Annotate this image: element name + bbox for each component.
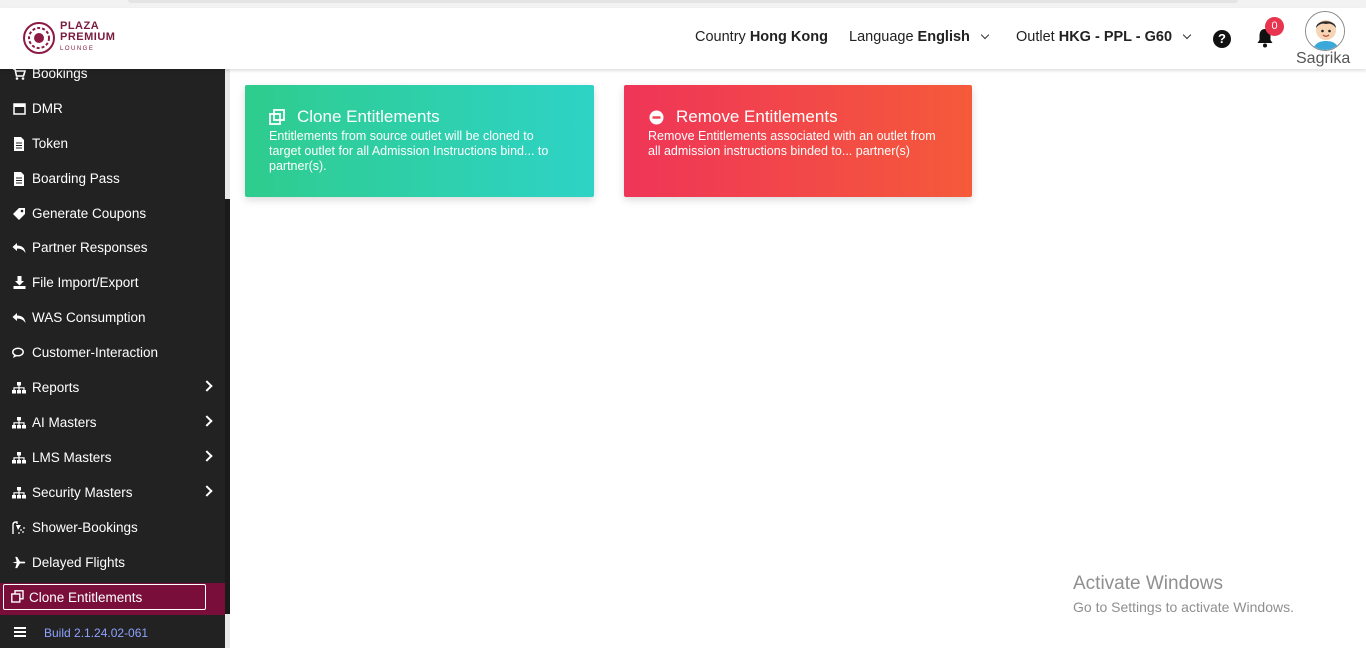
sidebar-item-label: Security Masters: [32, 485, 133, 500]
sidebar-item-lms-masters[interactable]: LMS Masters: [0, 440, 225, 475]
sidebar-item-dmr[interactable]: DMR: [0, 91, 225, 126]
sidebar-item-label: WAS Consumption: [32, 310, 146, 325]
outlet-selector[interactable]: Outlet HKG - PPL - G60: [1016, 29, 1192, 45]
sidebar: Bookings DMR Token Boarding Pass Generat…: [0, 66, 230, 648]
clone-card-title-text: Clone Entitlements: [297, 107, 440, 126]
sitemap-icon: [12, 486, 26, 500]
brand-logo[interactable]: PLAZA PREMIUM LOUNGE: [22, 21, 115, 55]
minus-circle-icon: [648, 109, 664, 125]
notification-badge: 0: [1265, 17, 1284, 36]
chevron-right-icon: [201, 415, 213, 427]
sidebar-item-label: Clone Entitlements: [29, 589, 143, 605]
sidebar-item-was-consumption[interactable]: WAS Consumption: [0, 300, 225, 335]
sitemap-icon: [12, 451, 26, 465]
file-icon: [12, 171, 26, 186]
sidebar-item-label: Boarding Pass: [32, 171, 120, 186]
plane-icon: [12, 556, 26, 570]
download-icon: [12, 276, 26, 290]
ticket-icon: [12, 207, 26, 221]
sidebar-item-reports[interactable]: Reports: [0, 370, 225, 405]
sidebar-item-label: LMS Masters: [32, 450, 112, 465]
sidebar-item-label: Shower-Bookings: [32, 520, 138, 535]
language-value: English: [917, 29, 970, 45]
avatar[interactable]: [1305, 11, 1345, 51]
sidebar-scrollbar-thumb[interactable]: [225, 199, 230, 614]
chevron-right-icon: [201, 380, 213, 392]
country-value: Hong Kong: [749, 29, 828, 45]
reply-icon: [12, 241, 26, 255]
sidebar-item-label: Token: [32, 136, 69, 151]
sidebar-item-boarding-pass[interactable]: Boarding Pass: [0, 161, 225, 196]
chevron-right-icon: [201, 450, 213, 462]
sidebar-item-clone-entitlements[interactable]: Clone Entitlements: [0, 583, 225, 615]
calendar-icon: [12, 102, 26, 116]
sidebar-item-label: File Import/Export: [32, 275, 139, 290]
clone-entitlements-card[interactable]: Clone Entitlements Entitlements from sou…: [245, 85, 594, 197]
watermark-subtitle: Go to Settings to activate Windows.: [1073, 599, 1294, 615]
language-selector[interactable]: Language English: [849, 29, 990, 45]
sidebar-item-shower-bookings[interactable]: Shower-Bookings: [0, 510, 225, 545]
chevron-right-icon: [201, 485, 213, 497]
sitemap-icon: [12, 416, 26, 430]
clone-icon: [269, 109, 285, 125]
sidebar-scrollbar[interactable]: [225, 69, 230, 648]
remove-card-title-text: Remove Entitlements: [676, 107, 838, 126]
browser-top-strip: [0, 0, 1366, 8]
help-icon[interactable]: ?: [1213, 30, 1231, 48]
comments-icon: [12, 346, 26, 360]
clone-icon: [11, 590, 25, 604]
watermark-title: Activate Windows: [1073, 573, 1223, 594]
sidebar-item-delayed-flights[interactable]: Delayed Flights: [0, 545, 225, 580]
menu-icon[interactable]: [14, 627, 26, 639]
reply-icon: [12, 311, 26, 325]
lounge-logo-icon: [23, 22, 55, 54]
sidebar-item-customer-interaction[interactable]: Customer-Interaction: [0, 335, 225, 370]
sidebar-item-ai-masters[interactable]: AI Masters: [0, 405, 225, 440]
sidebar-item-label: DMR: [32, 101, 63, 116]
clone-card-description: Entitlements from source outlet will be …: [269, 129, 549, 173]
sidebar-active-item[interactable]: Clone Entitlements: [3, 584, 206, 610]
sidebar-item-file-import-export[interactable]: File Import/Export: [0, 265, 225, 300]
sidebar-footer: Build 2.1.24.02-061: [0, 617, 230, 648]
sidebar-item-label: Generate Coupons: [32, 206, 147, 221]
chevron-down-icon: [1182, 30, 1192, 40]
chevron-down-icon: [980, 30, 990, 40]
horizontal-scrollbar[interactable]: [128, 0, 1238, 3]
sidebar-item-label: Partner Responses: [32, 240, 148, 255]
activate-windows-watermark: Activate Windows Go to Settings to activ…: [1073, 573, 1294, 615]
logo-line-2: PREMIUM: [60, 31, 116, 43]
sidebar-item-label: Reports: [32, 380, 80, 395]
country-label: Country: [695, 29, 746, 45]
remove-card-description: Remove Entitlements associated with an o…: [648, 129, 936, 158]
logo-line-3: LOUNGE: [60, 46, 95, 52]
file-icon: [12, 136, 26, 151]
sidebar-item-label: AI Masters: [32, 415, 97, 430]
remove-entitlements-card[interactable]: Remove Entitlements Remove Entitlements …: [624, 85, 972, 197]
sidebar-item-label: Delayed Flights: [32, 555, 126, 570]
sidebar-item-token[interactable]: Token: [0, 126, 225, 161]
build-version: Build 2.1.24.02-061: [44, 626, 149, 640]
sidebar-item-security-masters[interactable]: Security Masters: [0, 475, 225, 510]
user-avatar-icon: [1306, 12, 1344, 50]
language-label: Language: [849, 29, 914, 45]
username[interactable]: Sagrika: [1296, 50, 1350, 68]
sidebar-item-label: Customer-Interaction: [32, 345, 159, 360]
top-header: PLAZA PREMIUM LOUNGE Country Hong Kong L…: [0, 8, 1366, 69]
sitemap-icon: [12, 381, 26, 395]
clone-card-title: Clone Entitlements: [269, 107, 570, 127]
shower-icon: [12, 520, 26, 535]
sidebar-item-generate-coupons[interactable]: Generate Coupons: [0, 196, 225, 231]
remove-card-title: Remove Entitlements: [648, 107, 948, 127]
logo-text: PLAZA PREMIUM LOUNGE: [60, 21, 115, 55]
outlet-value: HKG - PPL - G60: [1058, 29, 1173, 45]
sidebar-item-partner-responses[interactable]: Partner Responses: [0, 230, 225, 265]
country-selector[interactable]: Country Hong Kong: [695, 29, 828, 45]
outlet-label: Outlet: [1016, 29, 1055, 45]
